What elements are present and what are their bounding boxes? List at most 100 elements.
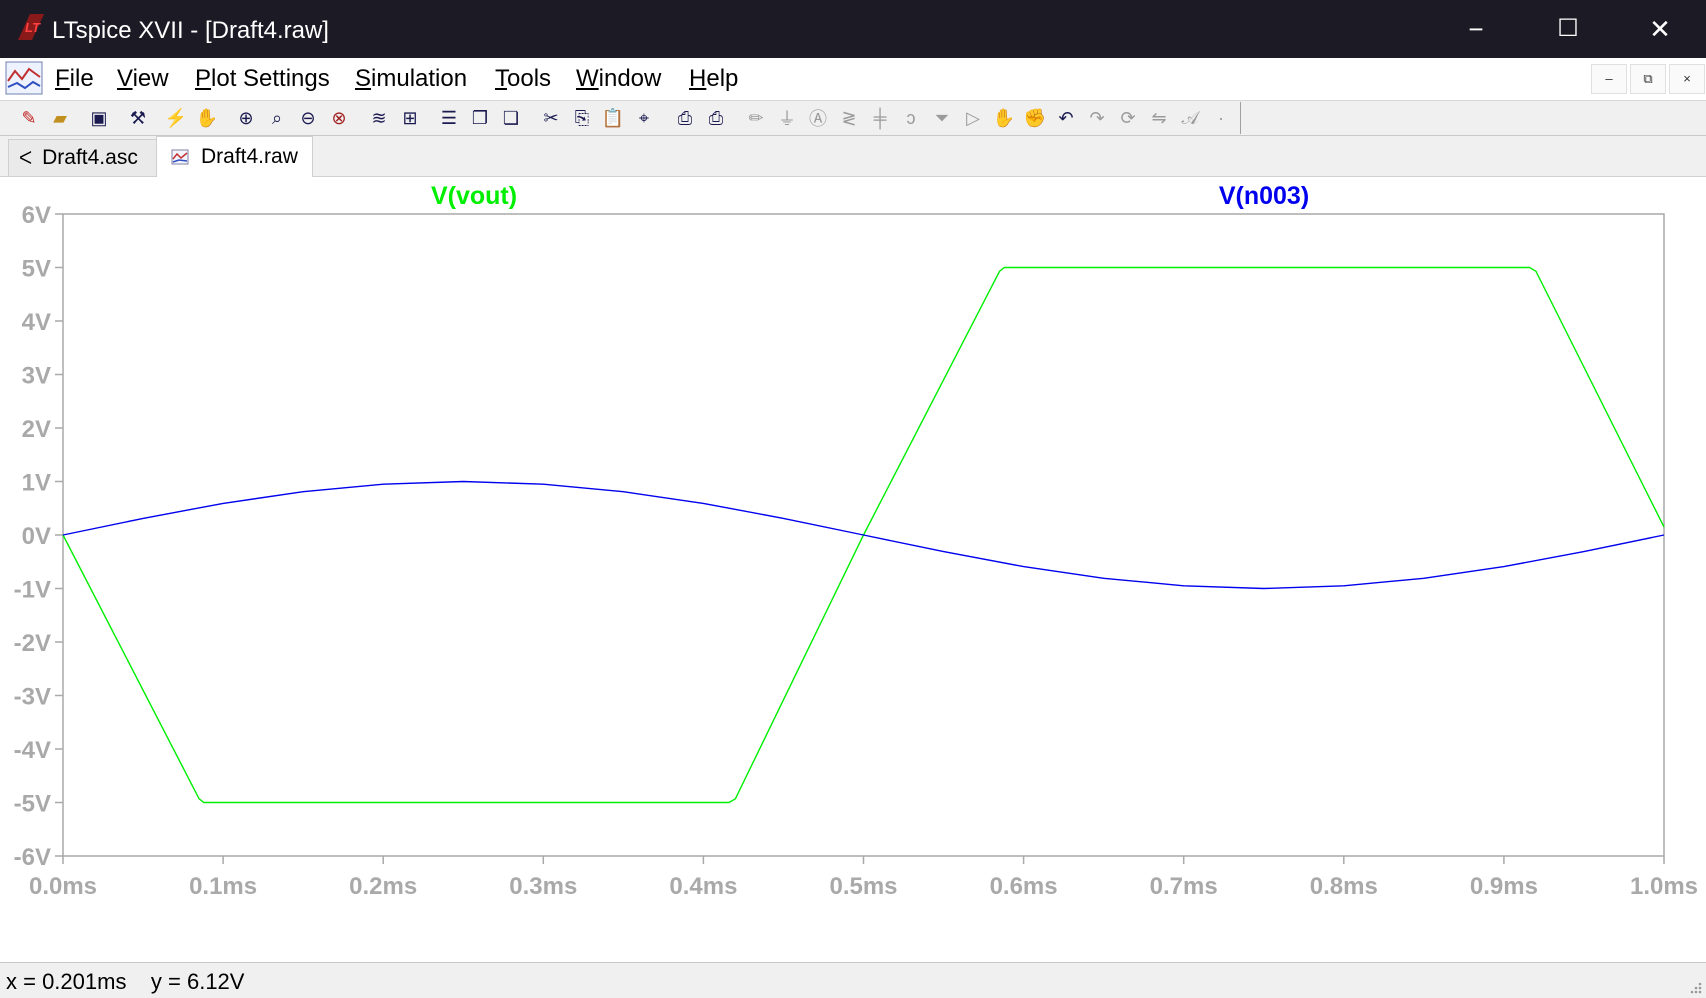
menu-plot-settings-accel: P: [195, 65, 212, 92]
x-tick-label: 0.1ms: [189, 873, 257, 900]
zoom-box-icon[interactable]: ⌕: [264, 105, 290, 131]
mdi-restore-button[interactable]: ⧉: [1630, 64, 1666, 94]
legend-label[interactable]: V(vout): [431, 182, 517, 210]
y-tick-label: 2V: [22, 416, 51, 443]
tab-draft4-raw-label: Draft4.raw: [201, 145, 298, 168]
capacitor-icon[interactable]: ╪: [867, 105, 893, 131]
menu-file-accel: F: [55, 65, 70, 92]
menu-simulation[interactable]: Simulation: [355, 65, 467, 93]
redo-icon[interactable]: ↷: [1084, 105, 1110, 131]
resize-grip-icon[interactable]: [1686, 978, 1702, 994]
y-tick-label: -5V: [14, 791, 51, 818]
zoom-in-icon[interactable]: ⊕: [233, 105, 259, 131]
autorange-y-icon[interactable]: ≋: [366, 105, 392, 131]
y-tick-label: -4V: [14, 737, 51, 764]
rotate-icon[interactable]: ⟳: [1115, 105, 1141, 131]
y-tick-label: 6V: [22, 202, 51, 229]
zoom-out-icon[interactable]: ⊖: [295, 105, 321, 131]
y-tick-label: -2V: [14, 630, 51, 657]
ltspice-logo-icon: LT: [18, 14, 44, 40]
x-tick-label: 0.4ms: [669, 873, 737, 900]
wire-icon[interactable]: ✏: [743, 105, 769, 131]
menu-simulation-accel: S: [355, 65, 372, 92]
tab-draft4-raw[interactable]: Draft4.raw: [156, 136, 313, 177]
tab-draft4-asc-label: Draft4.asc: [42, 146, 138, 169]
close-button[interactable]: ✕: [1614, 0, 1706, 58]
menu-plot-settings[interactable]: Plot Settings: [195, 65, 330, 93]
menu-view[interactable]: View: [117, 65, 169, 93]
move-icon[interactable]: ✋: [991, 105, 1017, 131]
drag-icon[interactable]: ✊: [1022, 105, 1048, 131]
ground-icon[interactable]: ⏚: [774, 105, 800, 131]
y-tick-label: 4V: [22, 309, 51, 336]
diode-icon[interactable]: ⏷: [929, 105, 955, 131]
menu-bar: File View Plot Settings Simulation Tools…: [0, 58, 1706, 101]
title-bar: LT LTspice XVII - [Draft4.raw] − ☐ ✕: [0, 0, 1706, 58]
y-tick-label: 1V: [22, 470, 51, 497]
cascade-icon[interactable]: ❐: [467, 105, 493, 131]
cursor-readout: x = 0.201ms y = 6.12V: [6, 969, 244, 995]
manual-limits-icon[interactable]: ⊞: [397, 105, 423, 131]
x-tick-label: 0.8ms: [1310, 873, 1378, 900]
find-icon[interactable]: ⌖: [631, 105, 657, 131]
x-tick-label: 0.0ms: [29, 873, 97, 900]
text-icon[interactable]: 𝒜: [1177, 105, 1203, 131]
zoom-fit-icon[interactable]: ⊗: [326, 105, 352, 131]
tile-horizontal-icon[interactable]: ☰: [436, 105, 462, 131]
menu-window-label: indow: [598, 65, 662, 92]
status-bar: x = 0.201ms y = 6.12V: [0, 962, 1706, 998]
x-tick-label: 0.5ms: [829, 873, 897, 900]
print-icon[interactable]: ⎙: [703, 105, 729, 131]
y-tick-label: -6V: [14, 844, 51, 871]
x-readout: x = 0.201ms: [6, 969, 127, 994]
x-tick-label: 1.0ms: [1630, 873, 1698, 900]
legend-label[interactable]: V(n003): [1219, 182, 1309, 210]
menu-view-label: iew: [132, 65, 169, 92]
y-tick-label: 3V: [22, 363, 51, 390]
menu-help[interactable]: Help: [689, 65, 738, 93]
document-tabs: ᐸ Draft4.asc Draft4.raw: [0, 136, 1706, 177]
tile-vertical-icon[interactable]: ❏: [498, 105, 524, 131]
menu-simulation-label: imulation: [371, 65, 468, 92]
menu-file[interactable]: File: [55, 65, 94, 93]
print-preview-icon[interactable]: ⎙: [672, 105, 698, 131]
y-tick-label: 5V: [22, 256, 51, 283]
inductor-icon[interactable]: ↄ: [898, 105, 924, 131]
cut-icon[interactable]: ✂: [538, 105, 564, 131]
run-icon[interactable]: ⚡: [163, 105, 189, 131]
menu-tools-label: ools: [507, 65, 552, 92]
x-tick-label: 0.3ms: [509, 873, 577, 900]
resistor-icon[interactable]: ≷: [836, 105, 862, 131]
x-tick-label: 0.2ms: [349, 873, 417, 900]
y-readout: y = 6.12V: [150, 969, 245, 994]
spice-directive-icon[interactable]: ·: [1208, 105, 1234, 131]
menu-view-accel: V: [117, 65, 133, 92]
x-tick-label: 0.6ms: [990, 873, 1058, 900]
paste-icon[interactable]: 📋: [600, 105, 626, 131]
minimize-button[interactable]: −: [1430, 0, 1522, 58]
component-icon[interactable]: ▷: [960, 105, 986, 131]
maximize-button[interactable]: ☐: [1522, 0, 1614, 58]
waveform-plot-pane[interactable]: V(vout) V(n003) 6V 5V 4V 3V 2V 1V 0V -1V -2V -3V -4…: [4, 177, 1702, 960]
menu-window-accel: W: [576, 65, 599, 92]
menu-help-accel: H: [689, 65, 707, 92]
tab-draft4-asc[interactable]: ᐸ Draft4.asc: [8, 139, 158, 176]
mirror-icon[interactable]: ⇋: [1146, 105, 1172, 131]
menu-window[interactable]: Window: [576, 65, 661, 93]
copy-icon[interactable]: ⎘: [569, 105, 595, 131]
undo-icon[interactable]: ↶: [1053, 105, 1079, 131]
halt-icon[interactable]: ✋: [194, 105, 220, 131]
waveform-app-icon: [5, 61, 43, 95]
menu-tools[interactable]: Tools: [495, 65, 551, 93]
save-icon[interactable]: ▣: [86, 105, 112, 131]
mdi-close-button[interactable]: ×: [1669, 64, 1705, 94]
waveform-plot[interactable]: V(vout) V(n003) 6V 5V 4V 3V 2V 1V 0V -1V -2V -3V -4…: [4, 177, 1702, 960]
mdi-minimize-button[interactable]: –: [1591, 64, 1627, 94]
control-panel-icon[interactable]: ⚒: [125, 105, 151, 131]
menu-help-label: elp: [706, 65, 739, 92]
toolbar-buttons: ✎ ▰ ▣ ⚒ ⚡ ✋ ⊕ ⌕ ⊖ ⊗ ≋ ⊞ ☰ ❐ ❏ ✂ ⎘ 📋 ⌖ ⎙ …: [8, 102, 1241, 134]
new-schematic-icon[interactable]: ✎: [16, 105, 42, 131]
label-net-icon[interactable]: Ⓐ: [805, 105, 831, 131]
trace-vn003[interactable]: [62, 480, 1665, 590]
open-icon[interactable]: ▰: [47, 105, 73, 131]
